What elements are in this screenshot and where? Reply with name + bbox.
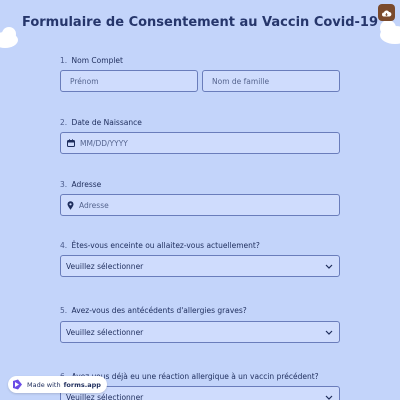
address-placeholder: Adresse (79, 200, 109, 210)
select-value: Veuillez sélectionner (66, 261, 144, 271)
question-text: Nom Complet (71, 56, 123, 65)
question-number: 3. (60, 180, 68, 189)
question-label-address: 3. Adresse (60, 180, 101, 189)
question-text: Avez-vous des antécédents d'allergies gr… (71, 306, 247, 315)
chevron-down-icon (325, 262, 333, 271)
question-number: 4. (60, 241, 68, 250)
badge-prefix: Made with (27, 380, 61, 389)
first-name-placeholder: Prénom (70, 76, 99, 86)
select-value: Veuillez sélectionner (66, 327, 144, 337)
question-text: Date de Naissance (71, 118, 142, 127)
question-label-allergies: 5. Avez-vous des antécédents d'allergies… (60, 306, 247, 315)
calendar-icon (67, 139, 75, 147)
form-title: Formulaire de Consentement au Vaccin Cov… (21, 15, 379, 30)
last-name-placeholder: Nom de famille (212, 76, 270, 86)
question-number: 1. (60, 56, 68, 65)
first-name-input[interactable]: Prénom (60, 70, 198, 92)
select-value: Veuillez sélectionner (66, 392, 144, 400)
chevron-down-icon (325, 393, 333, 400)
question-number: 2. (60, 118, 68, 127)
question-text: Avez-vous déjà eu une réaction allergiqu… (71, 372, 319, 381)
question-label-birth-date: 2. Date de Naissance (60, 118, 142, 127)
question-label-full-name: 1. Nom Complet (60, 56, 123, 65)
question-number: 5. (60, 306, 68, 315)
birth-date-input[interactable]: MM/DD/YYYY (60, 132, 340, 154)
birth-date-placeholder: MM/DD/YYYY (80, 138, 128, 148)
made-with-forms-app-badge[interactable]: Made with forms.app (8, 376, 107, 393)
chevron-down-icon (325, 328, 333, 337)
badge-brand: forms.app (63, 380, 101, 389)
forms-app-logo-icon (12, 379, 23, 390)
question-label-pregnancy: 4. Êtes-vous enceinte ou allaitez-vous a… (60, 241, 260, 250)
location-pin-icon (67, 200, 74, 210)
question-text: Êtes-vous enceinte ou allaitez-vous actu… (71, 241, 260, 250)
last-name-input[interactable]: Nom de famille (202, 70, 340, 92)
address-input[interactable]: Adresse (60, 194, 340, 216)
allergies-select[interactable]: Veuillez sélectionner (60, 321, 340, 343)
pregnancy-select[interactable]: Veuillez sélectionner (60, 255, 340, 277)
question-text: Adresse (71, 180, 102, 189)
